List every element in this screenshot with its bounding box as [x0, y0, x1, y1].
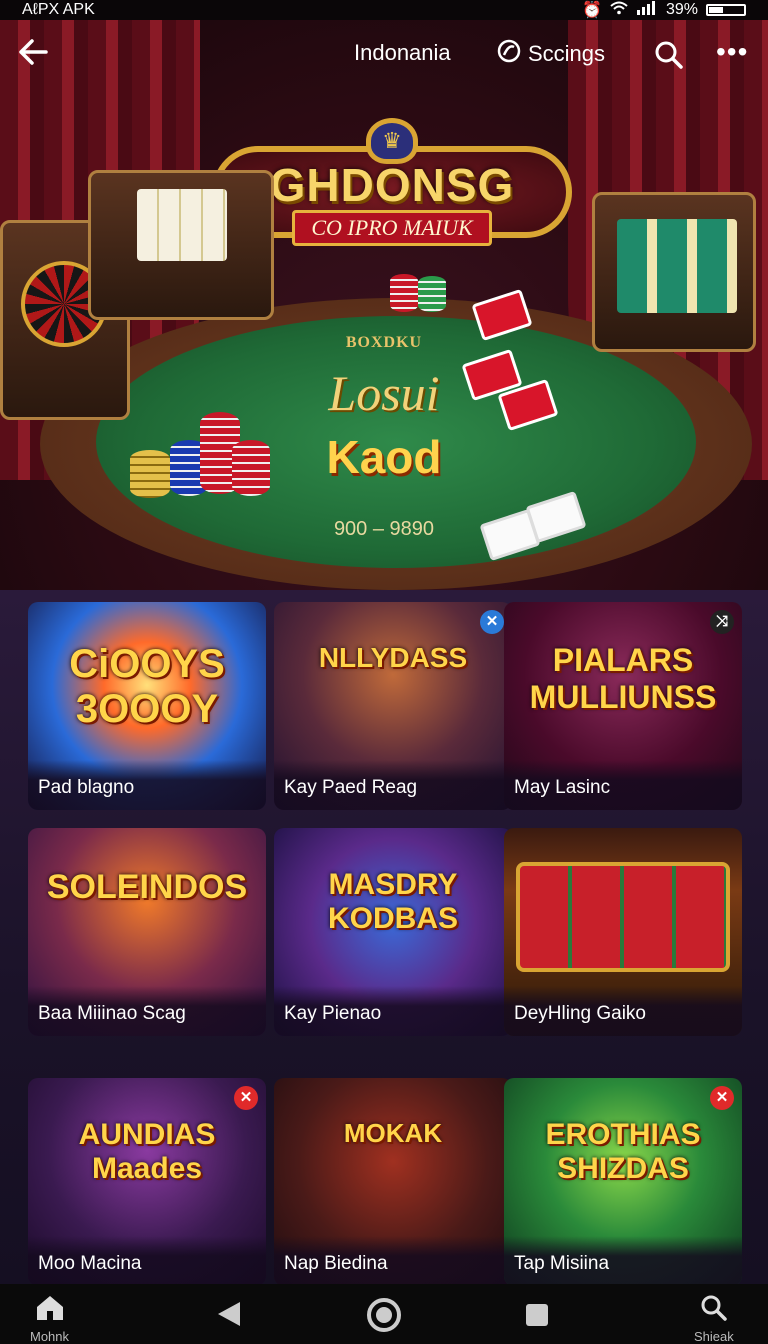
home-circle-icon: [367, 1298, 401, 1332]
game-art-title: MOKAK: [343, 1118, 443, 1148]
game-tile[interactable]: SOLEINDOS Baa Miiinao Scag: [28, 828, 266, 1036]
signal-icon: [636, 0, 658, 20]
game-title-label: DeyHling Gaiko: [504, 986, 742, 1036]
wifi-icon: [610, 1, 628, 20]
home-tab[interactable]: Mohnk: [30, 1294, 69, 1344]
status-left-text: AℓPX APK: [22, 1, 95, 18]
card-slot-machine: [88, 170, 274, 320]
settings-button[interactable]: Sccings: [496, 38, 605, 70]
status-icons: ⏰ 39%: [582, 0, 746, 20]
game-title-label: Pad blagno: [28, 760, 266, 810]
back-arrow-icon[interactable]: [18, 38, 48, 71]
game-title-label: May Lasinc: [504, 760, 742, 810]
reel-slot-machine: [592, 192, 756, 352]
recents-square-icon: [526, 1304, 548, 1326]
game-tile[interactable]: AUNDIAS Maades ✕ Moo Macina: [28, 1078, 266, 1284]
game-title-label: Kay Pienao: [274, 986, 512, 1036]
game-tile[interactable]: EROTHIAS SHIZDAS ✕ Tap Misiina: [504, 1078, 742, 1284]
search-icon[interactable]: [654, 40, 684, 75]
alarm-icon: ⏰: [582, 2, 602, 19]
game-art-title: AUNDIAS Maades: [78, 1118, 216, 1185]
search-tab-label: Shieak: [694, 1329, 734, 1344]
settings-icon: [496, 38, 522, 70]
status-bar: AℓPX APK ⏰ 39%: [0, 0, 768, 20]
game-tile[interactable]: CiOOYS 3OOOY Pad blagno: [28, 602, 266, 810]
game-title-label: Kay Paed Reag: [274, 760, 512, 810]
game-title-label: Moo Macina: [28, 1236, 266, 1284]
language-selector[interactable]: Indonania: [354, 40, 451, 66]
game-art-title: NLLYDASS: [318, 642, 468, 673]
back-button[interactable]: [216, 1300, 242, 1333]
game-tile[interactable]: MOKAK Nap Biedina: [274, 1078, 512, 1284]
chip-stack: [418, 276, 446, 312]
game-art-title: MASDRY KODBAS: [327, 868, 458, 935]
recents-button[interactable]: [524, 1302, 550, 1333]
shuffle-badge-icon[interactable]: ⤨: [710, 610, 734, 634]
top-nav: Indonania Sccings •••: [0, 20, 768, 84]
felt-range: 900 – 9890: [333, 518, 435, 540]
game-art-title: PIALARS MULLIUNSS: [529, 642, 717, 715]
close-badge-icon[interactable]: ✕: [234, 1086, 258, 1110]
felt-logo: Losui: [328, 365, 440, 421]
hero-banner[interactable]: ♛ GHDONSG CO IPRO MAIUK BOXDKU Losui Kao…: [0, 20, 768, 595]
game-title-label: Nap Biedina: [274, 1236, 512, 1284]
game-tile[interactable]: NLLYDASS ✕ Kay Paed Reag: [274, 602, 512, 810]
back-triangle-icon: [218, 1302, 240, 1326]
home-button[interactable]: [366, 1297, 402, 1338]
felt-heading: BOXDKU: [345, 334, 423, 351]
search-tab[interactable]: Shieak: [694, 1294, 734, 1344]
game-art-title: EROTHIAS SHIZDAS: [545, 1118, 701, 1185]
game-tile[interactable]: PIALARS MULLIUNSS ⤨ May Lasinc: [504, 602, 742, 810]
game-title-label: Baa Miiinao Scag: [28, 986, 266, 1036]
close-badge-icon[interactable]: ✕: [480, 610, 504, 634]
felt-subtitle: Kaod: [326, 431, 442, 483]
more-icon[interactable]: •••: [716, 36, 748, 68]
settings-label: Sccings: [528, 41, 606, 66]
game-art-title: SOLEINDOS: [46, 868, 248, 906]
home-icon: [36, 1296, 63, 1320]
bottom-nav: Mohnk Shieak: [0, 1284, 768, 1344]
game-grid: CiOOYS 3OOOY Pad blagno NLLYDASS ✕ Kay Paed …: [0, 590, 768, 1284]
close-badge-icon[interactable]: ✕: [710, 1086, 734, 1110]
battery-percent: 39%: [665, 1, 698, 18]
game-tile[interactable]: DeyHling Gaiko: [504, 828, 742, 1036]
battery-icon: [706, 4, 746, 16]
chip-stack: [390, 274, 418, 312]
search-tab-icon: [701, 1295, 727, 1321]
game-title-label: Tap Misiina: [504, 1236, 742, 1284]
game-tile[interactable]: MASDRY KODBAS Kay Pienao: [274, 828, 512, 1036]
home-tab-label: Mohnk: [30, 1329, 70, 1344]
hero-sign-ribbon: CO IPRO MAIUK: [292, 210, 492, 246]
game-art-title: CiOOYS 3OOOY: [69, 642, 225, 731]
slot-reels-icon: [516, 862, 730, 972]
